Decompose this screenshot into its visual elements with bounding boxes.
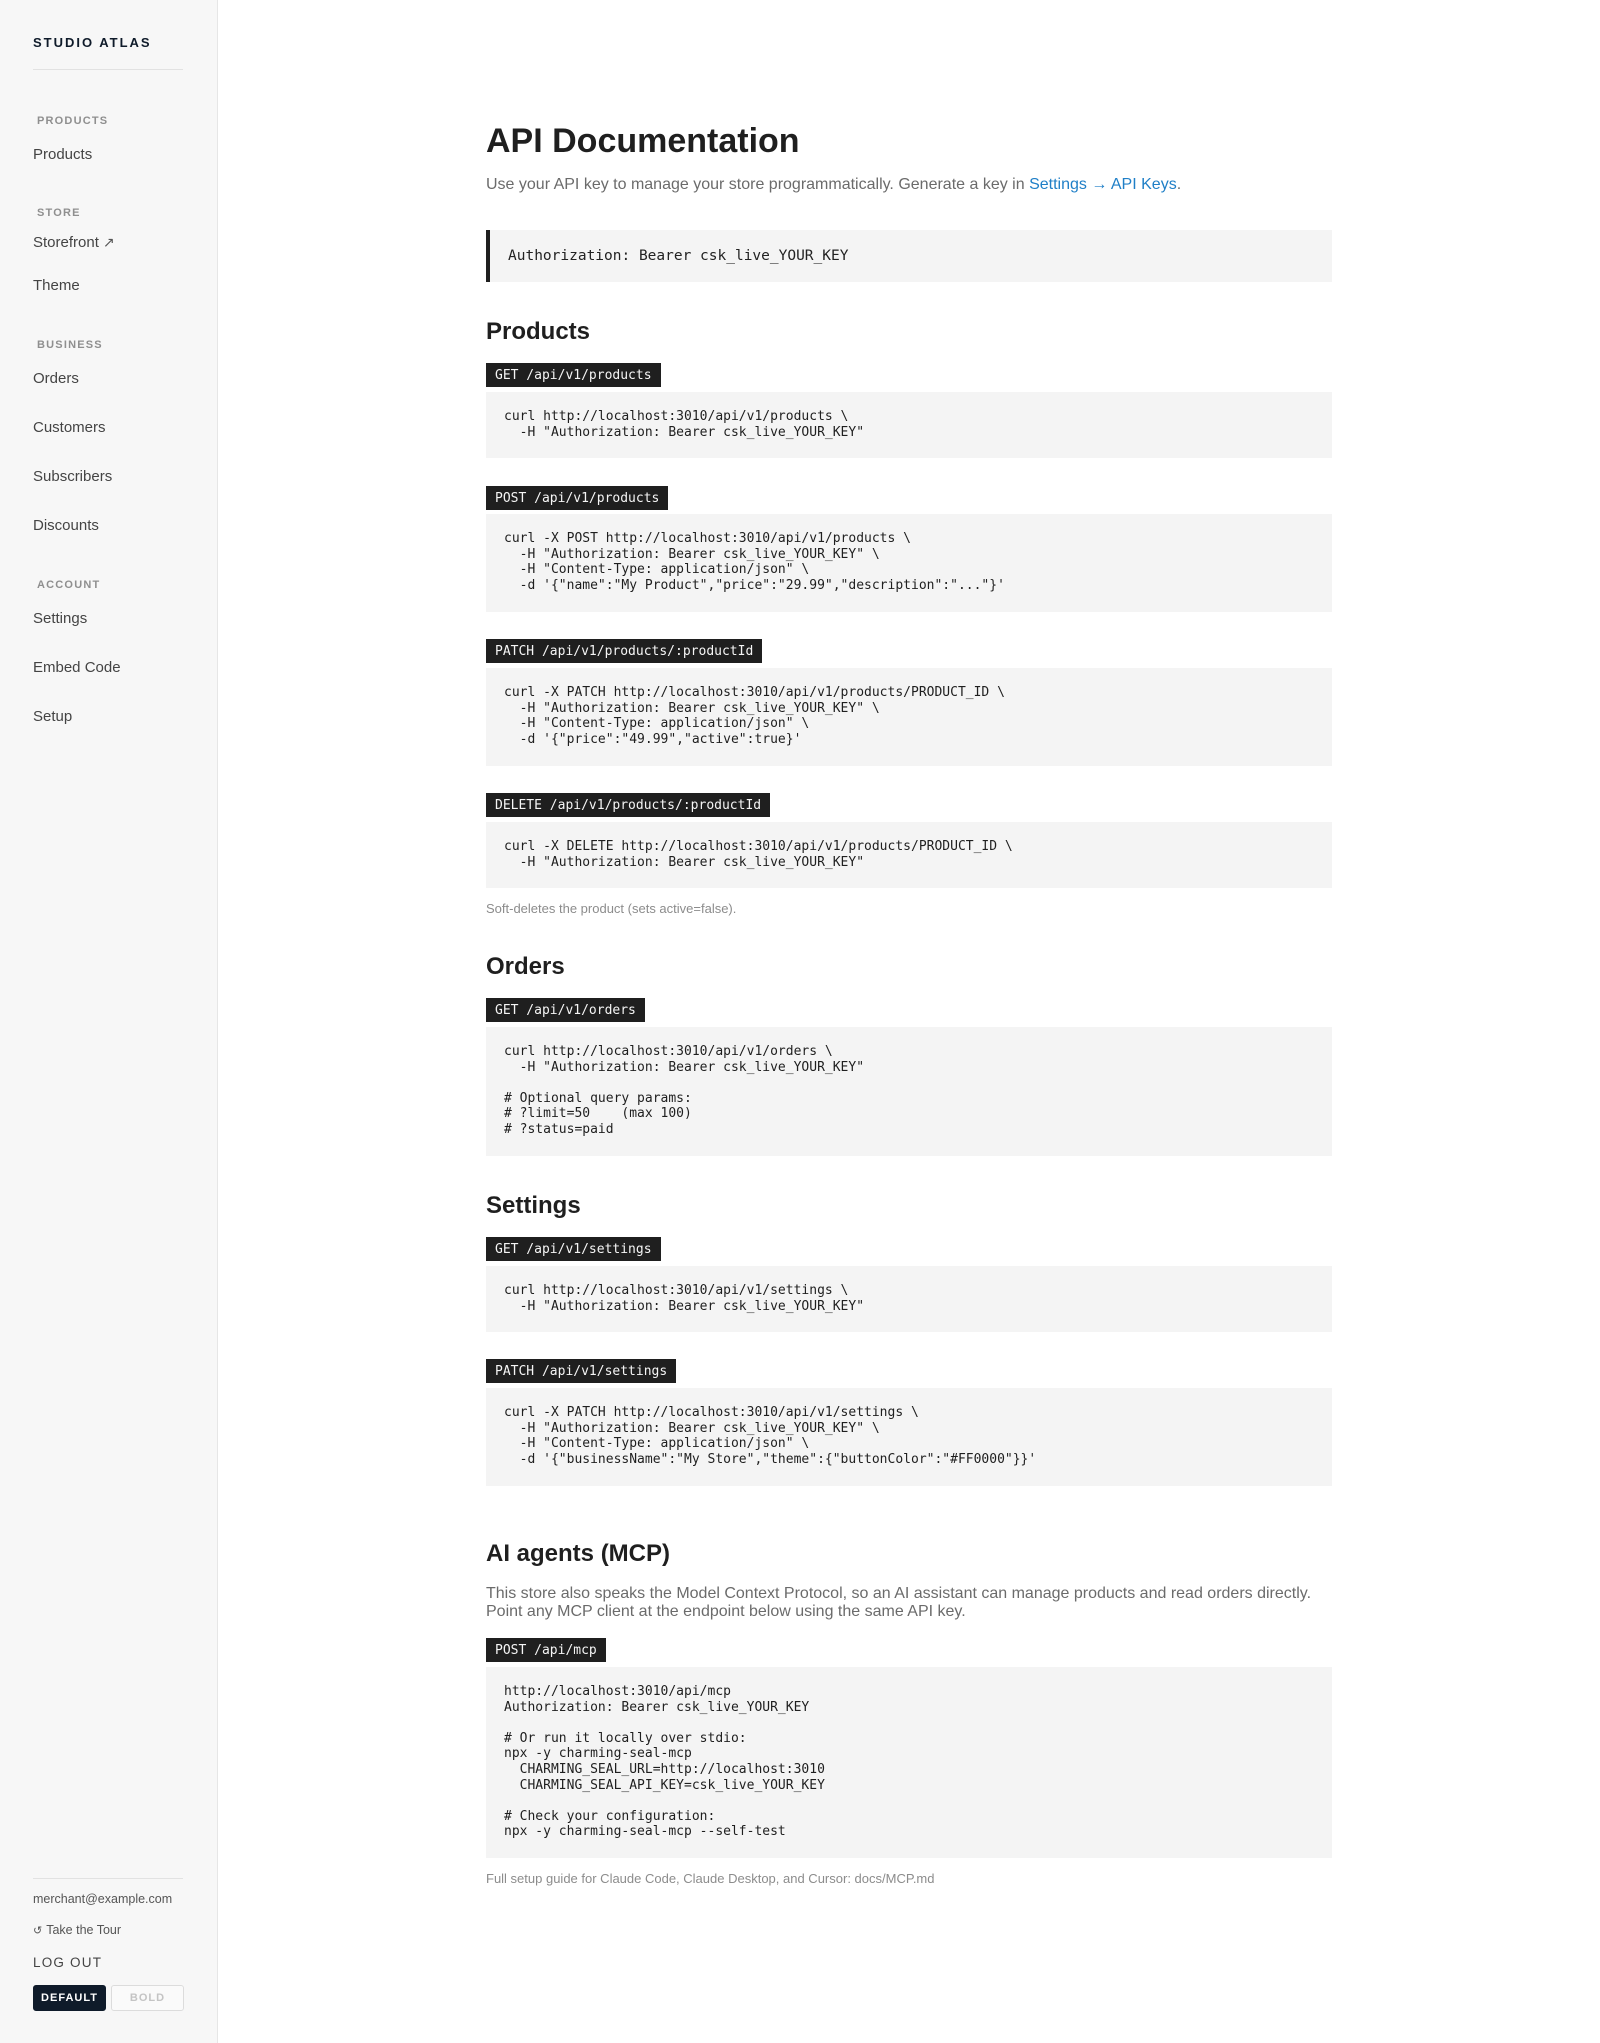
code-block: curl -X PATCH http://localhost:3010/api/… — [486, 1388, 1332, 1486]
endpoint-badge: PATCH /api/v1/products/:productId — [486, 639, 763, 663]
auth-header-example: Authorization: Bearer csk_live_YOUR_KEY — [486, 230, 1332, 282]
code-block: curl http://localhost:3010/api/v1/produc… — [486, 392, 1332, 458]
theme-switch: DEFAULT BOLD — [33, 1985, 184, 2011]
sidebar-item-theme[interactable]: Theme — [33, 277, 80, 294]
endpoint-badge: DELETE /api/v1/products/:productId — [486, 793, 771, 817]
code-block: http://localhost:3010/api/mcp Authorizat… — [486, 1667, 1332, 1858]
brand-divider — [33, 69, 183, 70]
endpoint-badge: GET /api/v1/settings — [486, 1237, 661, 1261]
section-label-business: BUSINESS — [37, 339, 103, 351]
theme-default-button[interactable]: DEFAULT — [33, 1985, 106, 2011]
api-keys-link[interactable]: Settings → API Keys — [1029, 176, 1177, 193]
section-label-products: PRODUCTS — [37, 115, 109, 127]
code-block: curl -X POST http://localhost:3010/api/v… — [486, 514, 1332, 612]
sidebar-item-embed-code[interactable]: Embed Code — [33, 659, 121, 676]
sidebar-item-label: Storefront — [33, 234, 99, 251]
settings-heading: Settings — [486, 1192, 581, 1219]
code-block: curl -X PATCH http://localhost:3010/api/… — [486, 668, 1332, 766]
delete-note: Soft-deletes the product (sets active=fa… — [486, 901, 737, 916]
endpoint-badge: GET /api/v1/orders — [486, 998, 645, 1022]
sidebar-item-settings[interactable]: Settings — [33, 610, 87, 627]
page-title: API Documentation — [486, 122, 800, 160]
sidebar-item-discounts[interactable]: Discounts — [33, 517, 99, 534]
take-tour-link[interactable]: ↺ Take the Tour — [33, 1923, 121, 1937]
code-block: curl http://localhost:3010/api/v1/settin… — [486, 1266, 1332, 1332]
code-block: curl http://localhost:3010/api/v1/orders… — [486, 1027, 1332, 1156]
sidebar-item-products[interactable]: Products — [33, 146, 92, 163]
sidebar-item-customers[interactable]: Customers — [33, 419, 106, 436]
refresh-icon: ↺ — [33, 1925, 43, 1937]
endpoint-badge: POST /api/v1/products — [486, 486, 669, 510]
sidebar-item-storefront[interactable]: Storefront ↗ — [33, 234, 115, 251]
intro-text: Use your API key to manage your store pr… — [486, 176, 1332, 194]
external-link-icon: ↗ — [102, 234, 115, 250]
endpoint-badge: POST /api/mcp — [486, 1638, 606, 1662]
sidebar-item-subscribers[interactable]: Subscribers — [33, 468, 112, 485]
mcp-heading: AI agents (MCP) — [486, 1540, 671, 1567]
take-tour-label: Take the Tour — [46, 1923, 122, 1937]
sidebar: STUDIO ATLAS PRODUCTS Products STORE Sto… — [0, 0, 218, 2043]
mcp-intro-text: This store also speaks the Model Context… — [486, 1585, 1312, 1620]
footer-divider — [33, 1878, 183, 1879]
orders-heading: Orders — [486, 953, 565, 980]
endpoint-badge: PATCH /api/v1/settings — [486, 1359, 677, 1383]
endpoint-badge: GET /api/v1/products — [486, 363, 661, 387]
section-label-store: STORE — [37, 207, 81, 219]
intro-text-end: . — [1176, 176, 1182, 193]
logout-button[interactable]: LOG OUT — [33, 1955, 102, 1970]
user-email: merchant@example.com — [33, 1892, 173, 1906]
code-block: curl -X DELETE http://localhost:3010/api… — [486, 822, 1332, 888]
intro-text-body: Use your API key to manage your store pr… — [486, 176, 1030, 193]
brand-logo[interactable]: STUDIO ATLAS — [33, 35, 152, 50]
mcp-footer-note: Full setup guide for Claude Code, Claude… — [486, 1871, 935, 1886]
products-heading: Products — [486, 318, 591, 345]
theme-bold-button[interactable]: BOLD — [111, 1985, 184, 2011]
section-label-account: ACCOUNT — [37, 579, 101, 591]
sidebar-item-orders[interactable]: Orders — [33, 370, 79, 387]
sidebar-item-setup[interactable]: Setup — [33, 708, 72, 725]
